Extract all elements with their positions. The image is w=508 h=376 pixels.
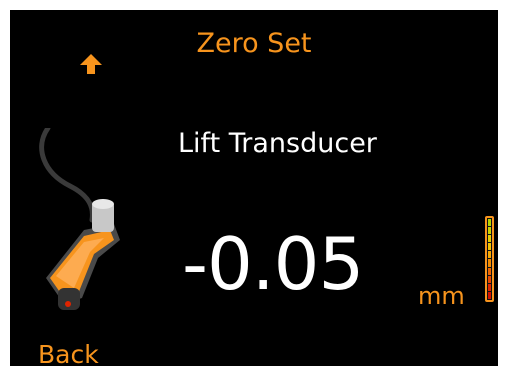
meter-segment (488, 219, 491, 227)
signal-level-meter (485, 216, 494, 302)
up-arrow-icon[interactable] (80, 54, 102, 74)
meter-segment (488, 235, 491, 243)
measurement-unit: mm (418, 282, 465, 310)
meter-segment (488, 291, 491, 299)
meter-segment (488, 227, 491, 235)
transducer-probe-icon (39, 128, 120, 310)
transducer-instruction: Lift Transducer (178, 128, 377, 159)
back-button[interactable]: Back (38, 340, 99, 366)
meter-segment (488, 259, 491, 267)
meter-segment (488, 283, 491, 291)
device-screen: Zero Set Lift Transducer -0.05 mm Back (10, 10, 498, 366)
meter-segment (488, 243, 491, 251)
meter-segment (488, 267, 491, 275)
meter-segment (488, 251, 491, 259)
meter-segment (488, 275, 491, 283)
measurement-reading: -0.05 (182, 222, 364, 306)
